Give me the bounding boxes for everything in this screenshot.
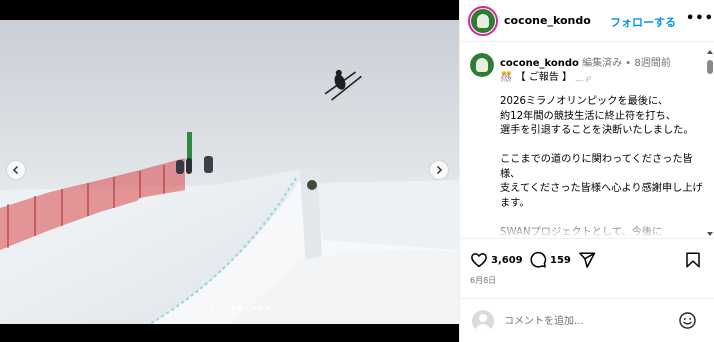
post-sidebar: cocone_kondo フォローする ••• cocone_kondo 編集済…	[459, 0, 714, 342]
caption-avatar[interactable]	[470, 53, 494, 77]
carousel-dot	[259, 306, 263, 310]
post-photo	[0, 20, 459, 324]
heart-icon	[471, 253, 487, 268]
comment-input[interactable]	[504, 313, 674, 329]
next-slide-button[interactable]	[430, 161, 448, 179]
action-bar: 3,609 159	[460, 238, 714, 280]
save-button[interactable]	[684, 251, 702, 269]
carousel-dot	[196, 306, 200, 310]
carousel-dot	[210, 306, 214, 310]
share-button[interactable]	[578, 251, 596, 269]
bookmark-icon	[686, 252, 700, 268]
post-date[interactable]: 6月8日	[470, 275, 496, 286]
caption-scrollbar[interactable]	[706, 48, 714, 238]
carousel-dot	[217, 306, 221, 310]
carousel-dot	[189, 306, 193, 310]
previous-slide-button[interactable]	[7, 161, 25, 179]
author-username[interactable]: cocone_kondo	[504, 14, 591, 27]
caption-heading: 【 ご報告 】	[515, 72, 572, 83]
scroll-down-arrow-icon[interactable]	[707, 232, 713, 236]
like-button[interactable]: 3,609	[470, 251, 523, 269]
carousel-dot	[238, 306, 242, 310]
caption-text: 2026ミラノオリンピックを最後に、 約12年間の競技生活に終止符を打ち、 選手…	[500, 96, 703, 238]
carousel-dot	[245, 306, 249, 310]
like-count: 3,609	[491, 254, 523, 266]
meta-separator: •	[625, 58, 632, 69]
comment-button[interactable]: 159	[529, 251, 571, 269]
follow-button[interactable]: フォローする	[610, 14, 676, 30]
carousel-dot	[252, 306, 256, 310]
caption-heading-line: 🎊 【 ご報告 】 ﹏ ℘	[500, 68, 591, 83]
post-header: cocone_kondo フォローする •••	[460, 0, 714, 42]
chevron-right-icon	[436, 165, 443, 175]
user-avatar	[472, 310, 494, 332]
carousel-dot	[231, 306, 235, 310]
author-avatar[interactable]	[468, 6, 498, 36]
carousel-dot	[266, 306, 270, 310]
post-time: 8週間前	[634, 58, 671, 69]
caption-heading-trail: ﹏ ℘	[575, 73, 592, 82]
scroll-thumb[interactable]	[707, 60, 713, 74]
chevron-left-icon	[12, 165, 19, 175]
smiley-icon[interactable]	[678, 311, 697, 330]
post-media	[0, 0, 459, 342]
paper-plane-icon	[579, 252, 596, 268]
comment-icon	[530, 251, 547, 268]
caption: cocone_kondo 編集済み • 8週間前 🎊 【 ご報告 】 ﹏ ℘ 2…	[460, 43, 706, 238]
comment-composer	[460, 298, 714, 342]
comment-count: 159	[550, 254, 571, 266]
caption-fade	[460, 218, 706, 238]
carousel-indicator	[0, 306, 459, 310]
carousel-dot	[224, 306, 228, 310]
more-options-icon[interactable]: •••	[686, 11, 714, 26]
confetti-icon: 🎊	[500, 72, 513, 83]
scroll-up-arrow-icon[interactable]	[707, 50, 713, 54]
carousel-dot	[203, 306, 207, 310]
caption-header: cocone_kondo 編集済み • 8週間前	[500, 54, 671, 69]
